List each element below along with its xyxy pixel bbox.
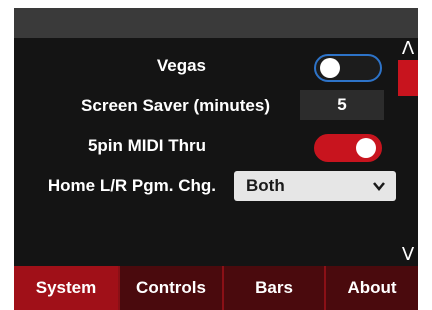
settings-panel: Vegas Screen Saver (minutes) 5 5pin MIDI…: [14, 38, 398, 266]
vegas-row: Vegas: [14, 48, 398, 84]
screen-saver-label: Screen Saver (minutes): [81, 96, 270, 115]
top-bar: [14, 8, 418, 38]
home-lr-selected-value: Both: [246, 176, 285, 195]
vegas-toggle[interactable]: [314, 54, 382, 82]
home-lr-select[interactable]: Both: [234, 171, 396, 201]
scroll-thumb[interactable]: [398, 60, 418, 96]
tab-about[interactable]: About: [324, 266, 418, 310]
tab-bar: System Controls Bars About: [14, 266, 418, 310]
chevron-down-icon: [372, 171, 386, 211]
toggle-knob: [320, 58, 340, 78]
scroll-down-arrow-icon[interactable]: V: [398, 244, 418, 265]
screen-saver-row: Screen Saver (minutes) 5: [14, 88, 398, 124]
tab-bars[interactable]: Bars: [222, 266, 324, 310]
midi-thru-label: 5pin MIDI Thru: [87, 136, 206, 155]
scrollbar[interactable]: Λ V: [398, 38, 418, 266]
tab-system[interactable]: System: [14, 266, 118, 310]
midi-thru-row: 5pin MIDI Thru: [14, 128, 398, 164]
device-screen: Vegas Screen Saver (minutes) 5 5pin MIDI…: [14, 8, 418, 310]
home-lr-row: Home L/R Pgm. Chg. Both: [14, 168, 398, 204]
scroll-up-arrow-icon[interactable]: Λ: [398, 38, 418, 59]
midi-thru-toggle[interactable]: [314, 134, 382, 162]
vegas-label: Vegas: [156, 56, 206, 75]
home-lr-label: Home L/R Pgm. Chg.: [47, 176, 216, 195]
screen-saver-input[interactable]: 5: [300, 90, 384, 120]
toggle-knob: [356, 138, 376, 158]
tab-controls[interactable]: Controls: [118, 266, 222, 310]
